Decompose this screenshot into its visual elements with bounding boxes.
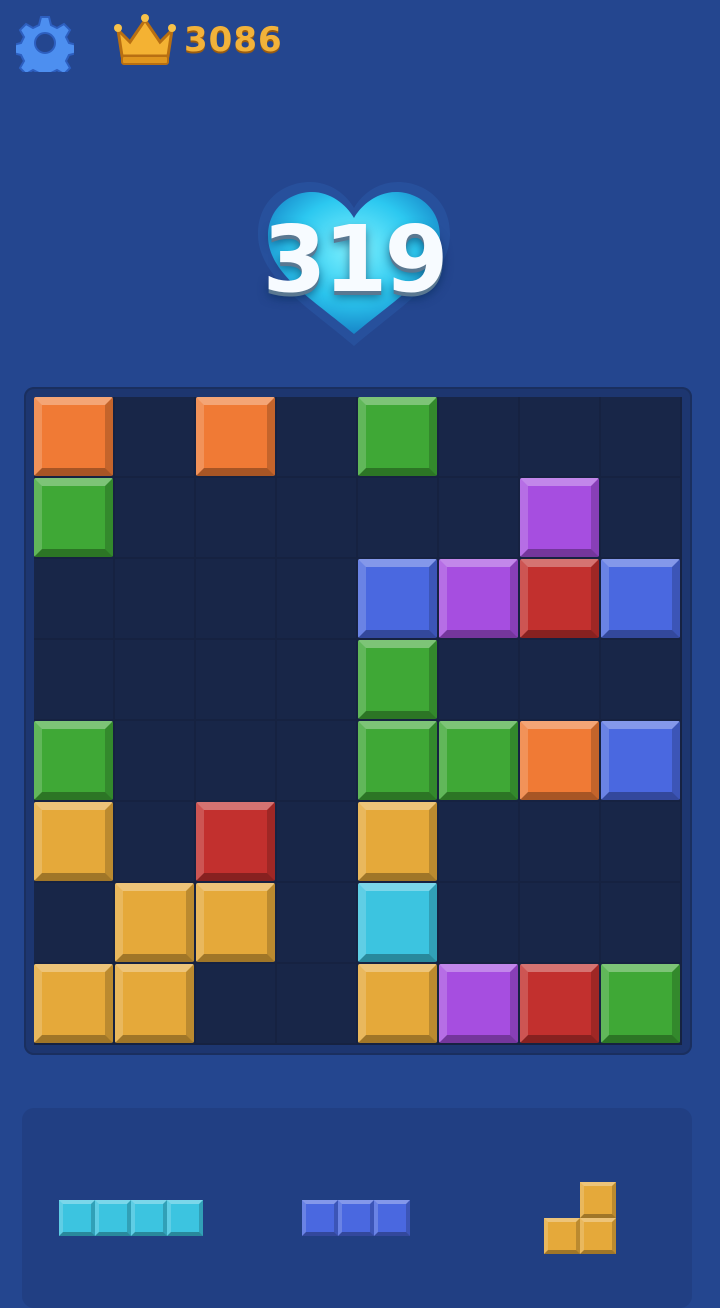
- block-red: [520, 559, 599, 638]
- board-cell[interactable]: [196, 640, 275, 719]
- block-yellow: [115, 964, 194, 1043]
- piece-tray: [22, 1108, 692, 1308]
- gear-icon[interactable]: [12, 14, 78, 82]
- block-orange: [196, 397, 275, 476]
- board-cell[interactable]: [115, 559, 194, 638]
- game-board: [24, 387, 692, 1055]
- piece-block: [338, 1200, 374, 1236]
- block-purple: [439, 964, 518, 1043]
- block-blue: [601, 559, 680, 638]
- board-cell[interactable]: [115, 478, 194, 557]
- board-cell[interactable]: [115, 397, 194, 476]
- piece-block: [374, 1200, 410, 1236]
- block-yellow: [115, 883, 194, 962]
- block-green: [34, 478, 113, 557]
- block-orange: [34, 397, 113, 476]
- crown-icon: [112, 12, 178, 68]
- block-orange: [520, 721, 599, 800]
- board-cell[interactable]: [601, 478, 680, 557]
- board-cell[interactable]: [196, 964, 275, 1043]
- piece-block: [167, 1200, 203, 1236]
- board-cell[interactable]: [115, 802, 194, 881]
- board-cell[interactable]: [520, 640, 599, 719]
- piece-block: [95, 1200, 131, 1236]
- board-cell[interactable]: [520, 883, 599, 962]
- board-cell[interactable]: [277, 397, 356, 476]
- score-badge: 319: [250, 178, 470, 358]
- board-cell[interactable]: [358, 478, 437, 557]
- board-cell[interactable]: [439, 478, 518, 557]
- top-bar: 3086: [0, 0, 720, 90]
- board-cell[interactable]: [520, 802, 599, 881]
- board-cell[interactable]: [34, 883, 113, 962]
- board-cell[interactable]: [115, 721, 194, 800]
- block-yellow: [34, 802, 113, 881]
- block-yellow: [358, 802, 437, 881]
- current-score: 319: [262, 206, 448, 313]
- piece-block: [59, 1200, 95, 1236]
- board-cell[interactable]: [196, 478, 275, 557]
- piece-block: [302, 1200, 338, 1236]
- piece-block: [131, 1200, 167, 1236]
- board-cell[interactable]: [115, 640, 194, 719]
- block-green: [358, 640, 437, 719]
- board-cell[interactable]: [277, 478, 356, 557]
- block-green: [358, 397, 437, 476]
- block-red: [520, 964, 599, 1043]
- board-cell[interactable]: [196, 721, 275, 800]
- board-cell[interactable]: [520, 397, 599, 476]
- block-purple: [520, 478, 599, 557]
- block-green: [601, 964, 680, 1043]
- board-cell[interactable]: [277, 640, 356, 719]
- block-yellow: [358, 964, 437, 1043]
- board-cell[interactable]: [439, 397, 518, 476]
- block-yellow: [34, 964, 113, 1043]
- piece-block: [580, 1182, 616, 1218]
- board-cell[interactable]: [34, 640, 113, 719]
- board-cell[interactable]: [277, 802, 356, 881]
- board-cell[interactable]: [277, 559, 356, 638]
- board-cell[interactable]: [601, 640, 680, 719]
- best-score: 3086: [184, 20, 283, 60]
- block-purple: [439, 559, 518, 638]
- board-cell[interactable]: [601, 883, 680, 962]
- board-cell[interactable]: [34, 559, 113, 638]
- block-blue: [358, 559, 437, 638]
- block-green: [358, 721, 437, 800]
- board-cell[interactable]: [277, 883, 356, 962]
- board-cell[interactable]: [277, 721, 356, 800]
- board-cell[interactable]: [196, 559, 275, 638]
- block-green: [34, 721, 113, 800]
- board-cell[interactable]: [439, 640, 518, 719]
- piece-block: [580, 1218, 616, 1254]
- board-cell[interactable]: [439, 883, 518, 962]
- board-cell[interactable]: [277, 964, 356, 1043]
- board-cell[interactable]: [601, 802, 680, 881]
- block-yellow: [196, 883, 275, 962]
- block-cyan: [358, 883, 437, 962]
- block-red: [196, 802, 275, 881]
- block-green: [439, 721, 518, 800]
- board-cell[interactable]: [601, 397, 680, 476]
- board-cell[interactable]: [439, 802, 518, 881]
- piece-block: [544, 1218, 580, 1254]
- board-grid: [34, 397, 682, 1045]
- block-blue: [601, 721, 680, 800]
